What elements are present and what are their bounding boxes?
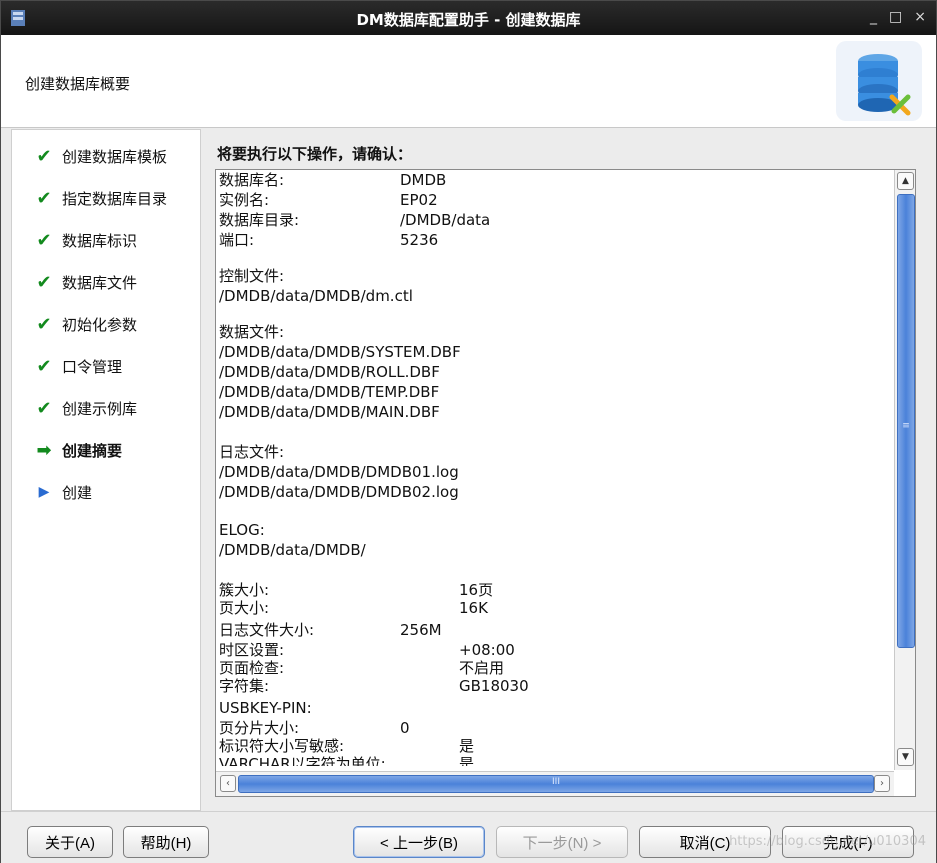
value: 256M xyxy=(400,621,442,639)
check-icon: ✔ xyxy=(36,229,52,251)
step-label: 创建 xyxy=(62,483,93,502)
step-item: ✔ 指定数据库目录 xyxy=(34,186,167,210)
step-label: 创建示例库 xyxy=(62,399,138,418)
window-title: DM数据库配置助手 - 创建数据库 xyxy=(356,11,581,29)
summary-text: 数据库名: DMDB 实例名: EP02 数据库目录: /DMDB/data 端… xyxy=(219,170,889,766)
minimize-button[interactable]: _ xyxy=(870,9,877,25)
label: 标识符大小写敏感: xyxy=(219,737,345,755)
help-button[interactable]: 帮助(H) xyxy=(123,826,209,858)
scroll-up-icon[interactable]: ▲ xyxy=(897,172,914,190)
value: /DMDB/data xyxy=(400,211,491,229)
steps-panel: ✔ 创建数据库模板 ✔ 指定数据库目录 ✔ 数据库标识 ✔ 数据库文件 ✔ 初始… xyxy=(11,129,201,811)
path-line: /DMDB/data/DMDB/ROLL.DBF xyxy=(219,363,440,381)
path-line: /DMDB/data/DMDB/TEMP.DBF xyxy=(219,383,440,401)
step-item: ▶ 创建 xyxy=(34,480,92,504)
scroll-right-icon[interactable]: › xyxy=(874,775,890,792)
step-label: 数据库文件 xyxy=(62,273,138,292)
grip-icon: ≡ xyxy=(902,421,910,431)
step-item: ✔ 数据库文件 xyxy=(34,270,137,294)
scroll-left-icon[interactable]: ‹ xyxy=(220,775,236,792)
step-item: ✔ 初始化参数 xyxy=(34,312,137,336)
label: 页面检查: xyxy=(219,659,285,677)
close-button[interactable]: × xyxy=(914,9,926,25)
path-line: /DMDB/data/DMDB/SYSTEM.DBF xyxy=(219,343,461,361)
check-icon: ✔ xyxy=(36,355,52,377)
label: VARCHAR以字符为单位: xyxy=(219,755,386,766)
step-item: ✔ 口令管理 xyxy=(34,354,122,378)
step-label: 指定数据库目录 xyxy=(62,189,168,208)
value: EP02 xyxy=(400,191,438,209)
triangle-right-icon: ▶ xyxy=(38,484,50,500)
section-label: 日志文件: xyxy=(219,443,285,461)
watermark: https://blog.csdn.net/u010304 xyxy=(729,834,926,849)
check-icon: ✔ xyxy=(36,271,52,293)
label: 日志文件大小: xyxy=(219,621,315,639)
step-label: 初始化参数 xyxy=(62,315,138,334)
scroll-down-icon[interactable]: ▼ xyxy=(897,748,914,766)
value: 不启用 xyxy=(459,659,505,677)
summary-area: 将要执行以下操作，请确认： 数据库名: DMDB 实例名: EP02 数据库目录… xyxy=(201,129,926,809)
section-label: USBKEY-PIN: xyxy=(219,699,312,717)
horizontal-scroll-thumb[interactable]: III xyxy=(238,775,874,793)
title-bar: DM数据库配置助手 - 创建数据库 _ □ × xyxy=(1,1,936,35)
check-icon: ✔ xyxy=(36,187,52,209)
summary-textbox[interactable]: 数据库名: DMDB 实例名: EP02 数据库目录: /DMDB/data 端… xyxy=(215,169,916,797)
value: DMDB xyxy=(400,171,447,189)
step-item-current: ➡ 创建摘要 xyxy=(34,438,122,462)
step-label: 创建数据库模板 xyxy=(62,147,168,166)
label: 数据库名: xyxy=(219,171,285,189)
step-label: 口令管理 xyxy=(62,357,123,376)
label: 页分片大小: xyxy=(219,719,300,737)
page-title: 创建数据库概要 xyxy=(25,75,131,93)
step-item: ✔ 数据库标识 xyxy=(34,228,137,252)
section-label: 数据文件: xyxy=(219,323,285,341)
step-item: ✔ 创建示例库 xyxy=(34,396,137,420)
about-button[interactable]: 关于(A) xyxy=(27,826,113,858)
prev-button[interactable]: < 上一步(B) xyxy=(353,826,485,858)
label: 数据库目录: xyxy=(219,211,300,229)
value: 0 xyxy=(400,719,410,737)
page-header: 创建数据库概要 xyxy=(1,35,936,128)
label: 端口: xyxy=(219,231,255,249)
step-label: 数据库标识 xyxy=(62,231,138,250)
section-label: ELOG: xyxy=(219,521,265,539)
grip-icon: III xyxy=(552,777,560,787)
database-tool-icon xyxy=(836,41,922,121)
step-label: 创建摘要 xyxy=(62,441,123,460)
vertical-scroll-thumb[interactable]: ≡ xyxy=(897,194,915,648)
label: 字符集: xyxy=(219,677,270,695)
value: 是 xyxy=(459,755,475,766)
label: 页大小: xyxy=(219,599,270,617)
path-line: /DMDB/data/DMDB/ xyxy=(219,541,366,559)
value: 5236 xyxy=(400,231,439,249)
value: 16K xyxy=(459,599,488,617)
label: 时区设置: xyxy=(219,641,285,659)
check-icon: ✔ xyxy=(36,397,52,419)
confirm-prompt: 将要执行以下操作，请确认： xyxy=(217,145,413,163)
vertical-scrollbar[interactable]: ▲ ≡ ▼ xyxy=(894,170,915,770)
value: 是 xyxy=(459,737,475,755)
window: DM数据库配置助手 - 创建数据库 _ □ × 创建数据库概要 ✔ 创建数据库模… xyxy=(0,0,937,863)
path-line: /DMDB/data/DMDB/DMDB01.log xyxy=(219,463,459,481)
footer: 关于(A) 帮助(H) < 上一步(B) 下一步(N) > 取消(C) 完成(F… xyxy=(1,811,936,863)
check-icon: ✔ xyxy=(36,145,52,167)
next-button[interactable]: 下一步(N) > xyxy=(496,826,628,858)
value: 16页 xyxy=(459,581,494,599)
section-label: 控制文件: xyxy=(219,267,285,285)
path-line: /DMDB/data/DMDB/DMDB02.log xyxy=(219,483,459,501)
value: +08:00 xyxy=(459,641,515,659)
path-line: /DMDB/data/DMDB/dm.ctl xyxy=(219,287,413,305)
label: 实例名: xyxy=(219,191,270,209)
step-item: ✔ 创建数据库模板 xyxy=(34,144,167,168)
check-icon: ✔ xyxy=(36,313,52,335)
horizontal-scrollbar[interactable]: ‹ III › xyxy=(216,771,894,796)
value: GB18030 xyxy=(459,677,529,695)
arrow-right-icon: ➡ xyxy=(36,439,52,461)
label: 簇大小: xyxy=(219,581,270,599)
maximize-button[interactable]: □ xyxy=(889,9,902,25)
path-line: /DMDB/data/DMDB/MAIN.DBF xyxy=(219,403,440,421)
